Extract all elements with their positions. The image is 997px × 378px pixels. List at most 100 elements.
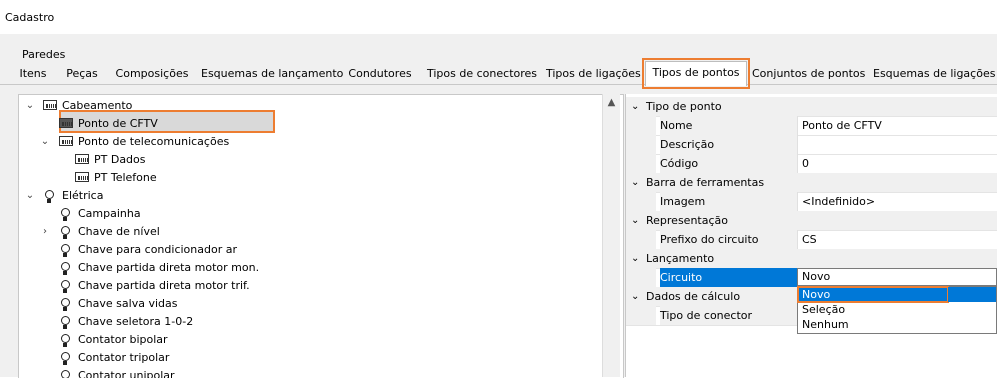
property-key: Nome <box>660 119 693 132</box>
category-lancamento[interactable]: ⌄ Lançamento <box>626 249 997 269</box>
lightbulb-icon <box>61 208 70 221</box>
cable-icon <box>75 172 89 182</box>
tree-node-eletrica[interactable]: ⌄ Elétrica <box>19 187 599 205</box>
lightbulb-icon <box>61 244 70 257</box>
property-divider <box>797 192 798 211</box>
circuito-select[interactable]: Novo <box>797 268 997 286</box>
section-label: Paredes <box>22 48 66 61</box>
tree-node-chave-salva-vidas[interactable]: Chave salva vidas <box>19 295 599 313</box>
tree-node-chave-seletora[interactable]: Chave seletora 1-0-2 <box>19 313 599 331</box>
tree-node-cabeamento[interactable]: ⌄ Cabeamento <box>19 97 599 115</box>
cable-icon <box>43 100 57 110</box>
property-imagem[interactable]: Imagem <Indefinido> <box>626 192 997 212</box>
tree-node-ponto-cftv[interactable]: Ponto de CFTV <box>19 115 599 133</box>
lightbulb-icon <box>61 352 70 365</box>
category-label: Dados de cálculo <box>646 290 741 303</box>
tree-node-campainha[interactable]: Campainha <box>19 205 599 223</box>
property-grid[interactable]: ⌄ Tipo de ponto Nome Ponto de CFTV Descr… <box>625 94 997 377</box>
circuito-select-value: Novo <box>802 270 831 283</box>
category-representacao[interactable]: ⌄ Representação <box>626 211 997 231</box>
tree-node-label: Elétrica <box>62 189 104 202</box>
chevron-down-icon[interactable]: ⌄ <box>40 133 50 151</box>
category-barra-ferramentas[interactable]: ⌄ Barra de ferramentas <box>626 173 997 193</box>
tree-node-label: Chave salva vidas <box>78 297 178 310</box>
tab-condutores[interactable]: Condutores <box>345 64 415 84</box>
tree-node-chave-partida-mon[interactable]: Chave partida direta motor mon. <box>19 259 599 277</box>
tree-panel[interactable]: ⌄ Cabeamento Ponto de CFTV ⌄ Ponto de te… <box>18 94 624 378</box>
tree-node-label: Contator bipolar <box>78 333 168 346</box>
property-value[interactable]: 0 <box>802 154 809 173</box>
cable-icon <box>59 118 73 128</box>
tree-node-chave-partida-trif[interactable]: Chave partida direta motor trif. <box>19 277 599 295</box>
chevron-down-icon[interactable]: ⌄ <box>25 187 35 205</box>
property-gutter <box>626 135 656 154</box>
property-gutter <box>626 154 656 173</box>
property-prefixo[interactable]: Prefixo do circuito CS <box>626 230 997 250</box>
chevron-down-icon[interactable]: ⌄ <box>631 173 639 192</box>
property-descricao[interactable]: Descrição <box>626 135 997 155</box>
chevron-down-icon[interactable]: ⌄ <box>631 97 639 116</box>
property-value[interactable]: <Indefinido> <box>802 192 875 211</box>
lightbulb-icon <box>61 316 70 329</box>
property-key: Tipo de conector <box>660 309 753 322</box>
property-divider <box>797 135 798 154</box>
tree-node-pt-dados[interactable]: PT Dados <box>19 151 599 169</box>
tree-node-label: Ponto de CFTV <box>78 117 158 130</box>
chevron-right-icon[interactable]: › <box>40 223 50 241</box>
property-gutter <box>626 192 656 211</box>
tab-esquemas-lancamento[interactable]: Esquemas de lançamento <box>201 64 343 84</box>
tree-node-ponto-telecom[interactable]: ⌄ Ponto de telecomunicações <box>19 133 599 151</box>
tab-tipos-conectores[interactable]: Tipos de conectores <box>427 64 537 84</box>
circuito-options-list[interactable]: Novo Seleção Nenhum <box>797 286 997 334</box>
chevron-down-icon[interactable]: ⌄ <box>631 287 639 306</box>
tab-pecas[interactable]: Peças <box>61 64 103 84</box>
tree-node-label: Contator tripolar <box>78 351 170 364</box>
property-key: Descrição <box>660 138 715 151</box>
chevron-down-icon[interactable]: ⌄ <box>631 211 639 230</box>
property-value[interactable]: CS <box>802 230 817 249</box>
tab-tipos-pontos[interactable]: Tipos de pontos <box>642 58 750 89</box>
tab-conjuntos-pontos[interactable]: Conjuntos de pontos <box>752 64 865 84</box>
tree-node-chave-condicionador[interactable]: Chave para condicionador ar <box>19 241 599 259</box>
tree-scrollbar[interactable]: ▲ <box>602 94 620 377</box>
chevron-down-icon[interactable]: ⌄ <box>25 97 35 115</box>
lightbulb-icon <box>61 298 70 311</box>
category-label: Representação <box>646 214 728 227</box>
property-value[interactable]: Ponto de CFTV <box>802 116 882 135</box>
option-selecao[interactable]: Seleção <box>798 302 996 317</box>
tab-composicoes[interactable]: Composições <box>114 64 190 84</box>
option-label: Novo <box>802 288 831 301</box>
option-novo[interactable]: Novo <box>797 286 949 303</box>
tree-node-label: Chave partida direta motor trif. <box>78 279 250 292</box>
lightbulb-icon <box>61 334 70 347</box>
tab-itens[interactable]: Itens <box>18 64 48 84</box>
tree-node-pt-telefone[interactable]: PT Telefone <box>19 169 599 187</box>
tree-node-label: Chave partida direta motor mon. <box>78 261 260 274</box>
property-codigo[interactable]: Código 0 <box>626 154 997 174</box>
tree-node-contator-unipolar[interactable]: Contator unipolar <box>19 367 599 378</box>
lightbulb-icon <box>61 262 70 275</box>
property-nome[interactable]: Nome Ponto de CFTV <box>626 116 997 136</box>
tree-node-contator-tripolar[interactable]: Contator tripolar <box>19 349 599 367</box>
category-label: Barra de ferramentas <box>646 176 765 189</box>
property-key: Imagem <box>660 195 706 208</box>
category-label: Lançamento <box>646 252 715 265</box>
tab-tipos-ligacoes[interactable]: Tipos de ligações <box>546 64 641 84</box>
tree-node-label: Chave de nível <box>78 225 160 238</box>
scroll-up-arrow-icon[interactable]: ▲ <box>603 94 620 111</box>
property-gutter <box>626 268 656 287</box>
tree-node-label: Chave seletora 1-0-2 <box>78 315 194 328</box>
tree-node-contator-bipolar[interactable]: Contator bipolar <box>19 331 599 349</box>
tree-node-label: Ponto de telecomunicações <box>78 135 230 148</box>
property-gutter <box>626 116 656 135</box>
property-divider <box>797 230 798 249</box>
option-label: Nenhum <box>802 318 849 331</box>
option-nenhum[interactable]: Nenhum <box>798 317 996 332</box>
window-titlebar: Cadastro <box>0 0 997 34</box>
tab-esquemas-ligacoes[interactable]: Esquemas de ligações <box>873 64 995 84</box>
property-key: Prefixo do circuito <box>660 233 759 246</box>
lightbulb-icon <box>61 226 70 239</box>
tree-node-chave-nivel[interactable]: › Chave de nível <box>19 223 599 241</box>
category-tipo-ponto[interactable]: ⌄ Tipo de ponto <box>626 97 997 117</box>
chevron-down-icon[interactable]: ⌄ <box>631 249 639 268</box>
